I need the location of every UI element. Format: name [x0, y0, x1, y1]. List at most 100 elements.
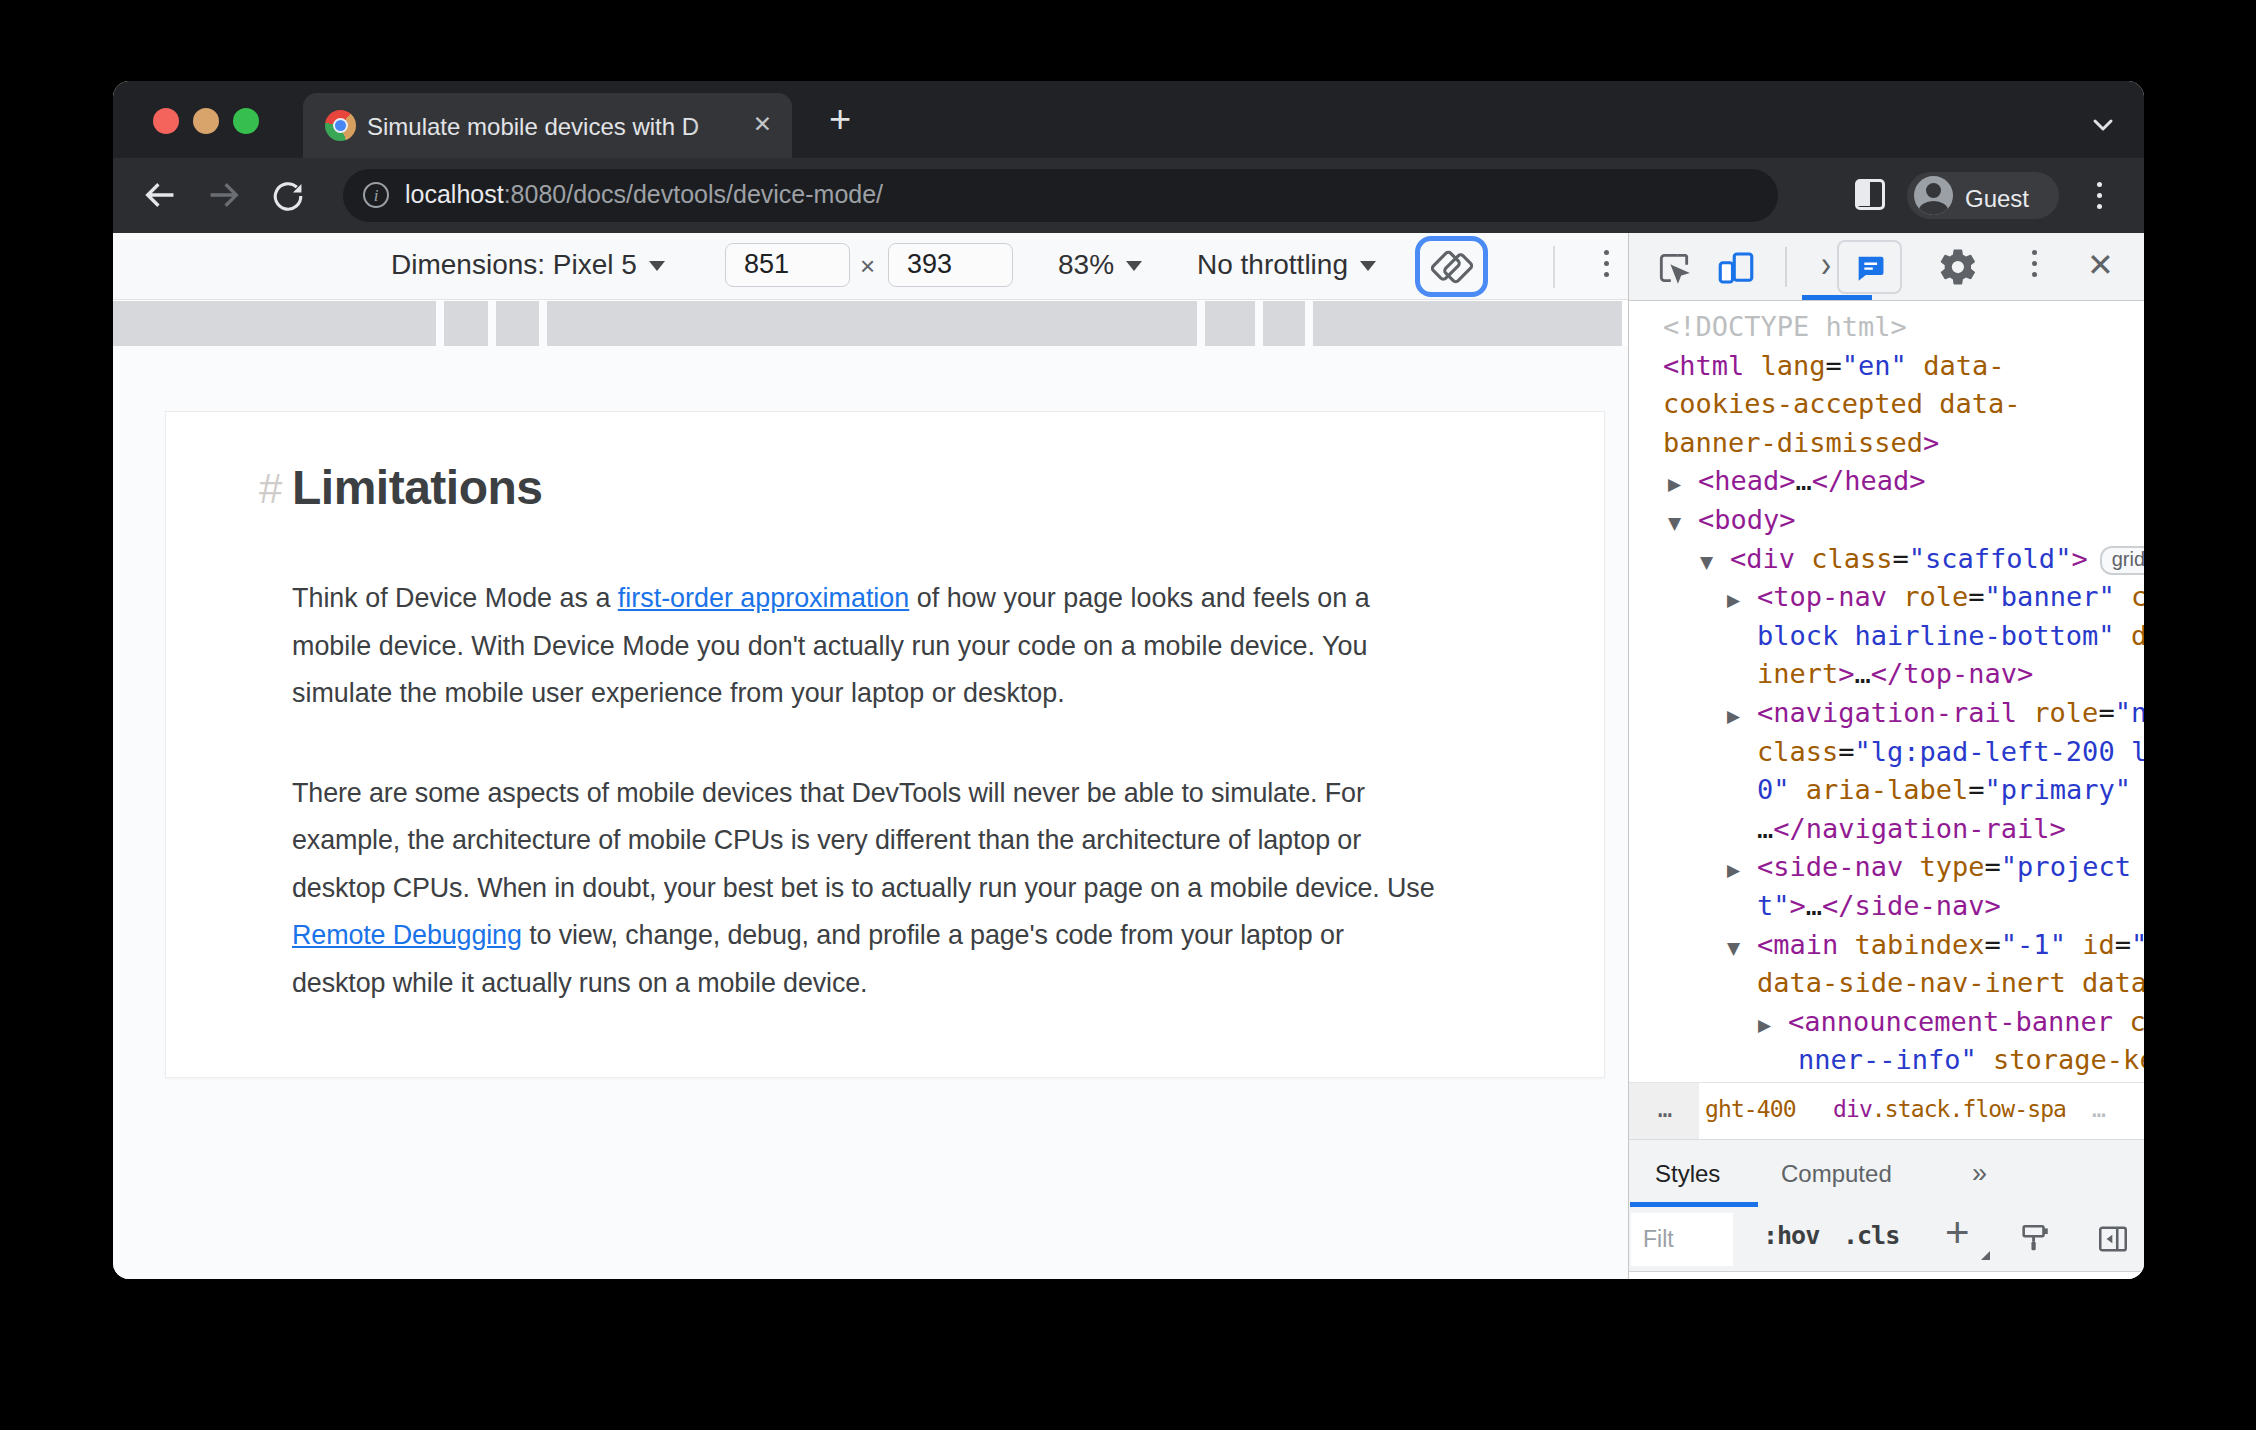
dom-tree-line[interactable]: …</navigation-rail> [1757, 813, 2066, 844]
device-toolbar-toggle-icon[interactable] [1715, 247, 1757, 289]
dom-tree-line[interactable]: <navigation-rail role="na [1757, 697, 2144, 728]
dom-tree-line[interactable]: <top-nav role="banner" cla [1757, 581, 2144, 612]
collapsed-arrow-icon[interactable]: ▶ [1727, 860, 1740, 880]
new-style-rule-button[interactable]: + [1945, 1209, 1970, 1257]
dom-tree-line[interactable]: inert>…</top-nav> [1757, 658, 2033, 689]
device-height-input[interactable]: 393 [888, 243, 1013, 287]
doc-card: #Limitations Think of Device Mode as a f… [165, 411, 1605, 1078]
expanded-arrow-icon[interactable]: ▼ [1668, 513, 1681, 533]
paragraph: Think of Device Mode as a first-order ap… [292, 575, 1475, 718]
collapsed-arrow-icon[interactable]: ▶ [1727, 590, 1740, 610]
dom-tree-line[interactable]: <div class="scaffold">grid [1730, 543, 2144, 575]
expanded-arrow-icon[interactable]: ▼ [1700, 552, 1713, 572]
dom-tree-line[interactable]: <!DOCTYPE html> [1663, 311, 1907, 342]
maximize-window-button[interactable] [233, 108, 259, 134]
paragraph-line: example, the architecture of mobile CPUs… [292, 817, 1475, 865]
forward-button[interactable] [205, 176, 243, 214]
ruler-gap [1255, 301, 1263, 346]
new-tab-button[interactable]: + [829, 101, 851, 137]
dom-tree-line[interactable]: <side-nav type="project [1757, 851, 2131, 882]
page-pane: Dimensions: Pixel 5 851 × 393 83% No thr… [113, 233, 1628, 1279]
expanded-arrow-icon[interactable]: ▼ [1727, 938, 1740, 958]
styles-filter-input[interactable]: Filt [1631, 1213, 1733, 1266]
collapsed-arrow-icon[interactable]: ▶ [1758, 1015, 1771, 1035]
toggle-class-button[interactable]: .cls [1843, 1221, 1899, 1250]
browser-window: Simulate mobile devices with D ✕ + i loc… [113, 81, 2144, 1279]
new-style-rule-dropdown [1981, 1251, 1990, 1260]
heading-anchor[interactable]: # [259, 465, 282, 513]
dom-tree-line[interactable]: <body> [1698, 504, 1796, 535]
paragraph-line: Think of Device Mode as a first-order ap… [292, 575, 1475, 623]
devtools-settings-icon[interactable] [1937, 246, 1979, 288]
address-bar[interactable]: i localhost:8080/docs/devtools/device-mo… [343, 169, 1778, 222]
browser-tab[interactable]: Simulate mobile devices with D ✕ [303, 93, 792, 158]
window-body: Dimensions: Pixel 5 851 × 393 83% No thr… [113, 233, 2144, 1279]
collapsed-arrow-icon[interactable]: ▶ [1668, 474, 1681, 494]
remote-debugging-link[interactable]: Remote Debugging [292, 920, 522, 950]
dimensions-separator: × [860, 251, 875, 282]
dom-tree-line[interactable]: cookies-accepted data- [1663, 388, 2021, 419]
devtools-close-icon[interactable]: ✕ [2087, 246, 2114, 284]
toggle-hover-button[interactable]: :hov [1763, 1221, 1819, 1250]
first-order-approximation-link[interactable]: first-order approximation [618, 583, 909, 613]
paint-flashing-icon[interactable] [2018, 1222, 2052, 1256]
device-width-input[interactable]: 851 [725, 243, 850, 287]
site-info-icon[interactable]: i [363, 182, 389, 208]
throttling-select[interactable]: No throttling [1197, 249, 1376, 281]
dom-tree-line[interactable]: banner-dismissed> [1663, 427, 1939, 458]
paragraph: There are some aspects of mobile devices… [292, 770, 1475, 1008]
side-panel-icon[interactable] [1855, 179, 1885, 210]
reload-button[interactable] [271, 179, 305, 213]
breadcrumb-overflow-left[interactable]: … [1629, 1083, 1699, 1139]
desktop-background: Simulate mobile devices with D ✕ + i loc… [0, 0, 2256, 1430]
dom-tree-line[interactable]: 0" aria-label="primary" [1757, 774, 2131, 805]
minimize-window-button[interactable] [193, 108, 219, 134]
collapsed-arrow-icon[interactable]: ▶ [1727, 706, 1740, 726]
sidebar-toggle-icon[interactable] [2096, 1222, 2130, 1256]
back-button[interactable] [141, 176, 179, 214]
dom-tree-line[interactable]: data-side-nav-inert data [1757, 967, 2144, 998]
breadcrumb-overflow-right[interactable]: … [2092, 1096, 2104, 1122]
tab-computed[interactable]: Computed [1781, 1160, 1892, 1188]
tab-close-icon[interactable]: ✕ [753, 111, 772, 138]
grid-badge[interactable]: grid [2100, 546, 2144, 575]
paragraph-line: There are some aspects of mobile devices… [292, 770, 1475, 818]
dom-tree-line[interactable]: block hairline-bottom" dat [1757, 620, 2144, 651]
devtools-menu-icon[interactable] [2032, 250, 2037, 277]
tab-search-chevron-icon[interactable] [2088, 115, 2118, 135]
url-text: localhost:8080/docs/devtools/device-mode… [405, 180, 883, 209]
ruler-gap [1197, 301, 1205, 346]
breadcrumb-item-selected[interactable]: div.stack.flow-spa [1833, 1096, 2066, 1122]
dom-tree-line[interactable]: <head>…</head> [1698, 465, 1926, 496]
paragraph-line: mobile device. With Device Mode you don'… [292, 623, 1475, 671]
more-panels-chevron-icon[interactable]: › [1821, 243, 1831, 286]
tab-styles[interactable]: Styles [1655, 1160, 1720, 1188]
page-content: #Limitations Think of Device Mode as a f… [113, 346, 1628, 1279]
toolbar-divider [1785, 247, 1787, 287]
devtools-toolbar: › ✕ [1629, 233, 2144, 301]
dom-tree-line[interactable]: class="lg:pad-left-200 le [1757, 736, 2144, 767]
dom-tree-line[interactable]: t">…</side-nav> [1757, 890, 2001, 921]
breadcrumb-item[interactable]: ght-400 [1705, 1096, 1796, 1122]
devtools-panel: › ✕ <!DOCTYPE html> <html lang="en" data-… [1628, 233, 2144, 1279]
close-window-button[interactable] [153, 108, 179, 134]
dimensions-select[interactable]: Dimensions: Pixel 5 [391, 249, 665, 281]
dom-tree-line[interactable]: <announcement-banner cla [1788, 1006, 2144, 1037]
zoom-select[interactable]: 83% [1058, 249, 1142, 281]
dom-tree-line[interactable]: <html lang="en" data- [1663, 350, 2004, 381]
rotate-button[interactable] [1415, 236, 1488, 297]
device-toolbar-menu-icon[interactable] [1604, 250, 1609, 277]
dom-tree-line[interactable]: nner--info" storage-ke [1798, 1044, 2144, 1075]
device-toolbar: Dimensions: Pixel 5 851 × 393 83% No thr… [113, 233, 1628, 300]
browser-menu-icon[interactable] [2097, 182, 2102, 209]
styles-tab-bar: Styles Computed » [1629, 1139, 2144, 1207]
selected-panel-indicator [1802, 295, 1872, 300]
console-insights-tab[interactable] [1837, 240, 1902, 294]
profile-button[interactable]: Guest [1907, 172, 2059, 219]
dom-tree-line[interactable]: <main tabindex="-1" id=" [1757, 929, 2144, 960]
paragraph-line: desktop CPUs. When in doubt, your best b… [292, 865, 1475, 913]
inspect-element-icon[interactable] [1655, 249, 1693, 287]
more-tabs-icon[interactable]: » [1972, 1158, 1987, 1189]
paragraph-line: desktop while it actually runs on a mobi… [292, 960, 1475, 1008]
profile-name: Guest [1965, 185, 2029, 213]
